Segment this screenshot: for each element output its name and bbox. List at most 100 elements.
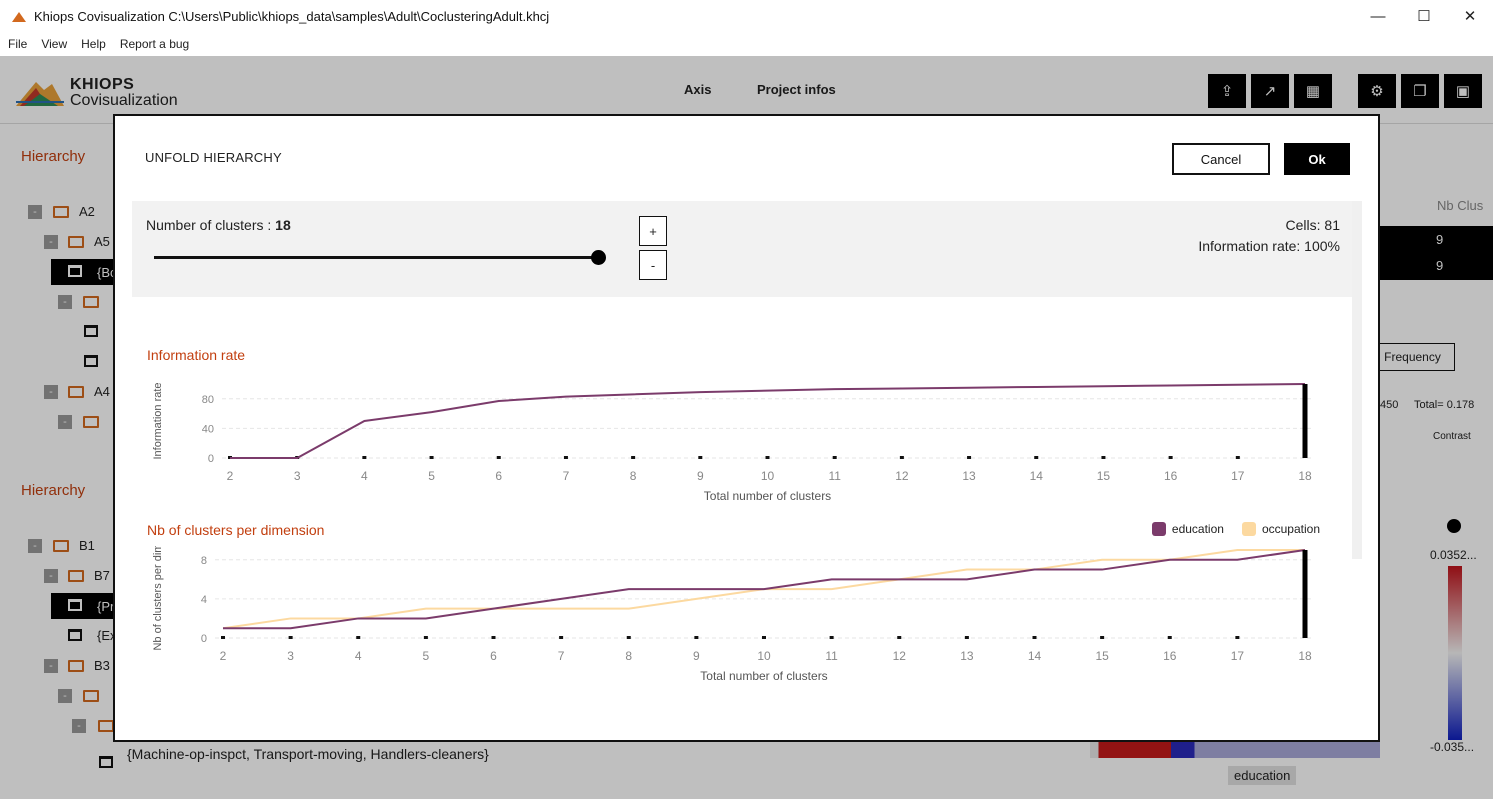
x-tick-mark — [1235, 636, 1240, 639]
cluster-control-panel: Number of clusters : 18 + - Cells: 81 In… — [132, 201, 1352, 297]
x-tick-mark — [221, 636, 225, 639]
x-tick-mark — [694, 636, 699, 639]
y-tick-label: 80 — [202, 394, 214, 406]
legend-item-occupation[interactable]: occupation — [1241, 522, 1320, 536]
clusters-slider-track[interactable] — [154, 256, 599, 259]
x-tick-mark — [491, 636, 496, 639]
x-tick-mark — [897, 636, 902, 639]
x-tick-mark — [559, 636, 564, 639]
legend-label: education — [1171, 522, 1224, 536]
cancel-button[interactable]: Cancel — [1172, 143, 1270, 175]
x-tick-label: 10 — [757, 649, 771, 663]
x-tick-label: 17 — [1231, 469, 1245, 483]
x-tick-label: 8 — [625, 649, 632, 663]
x-tick-label: 3 — [287, 649, 294, 663]
minimize-button[interactable]: — — [1355, 0, 1401, 32]
decrease-clusters-button[interactable]: - — [639, 250, 667, 280]
x-tick-mark — [1034, 456, 1039, 459]
x-tick-mark — [356, 636, 361, 639]
x-tick-label: 4 — [361, 469, 368, 483]
menu-view[interactable]: View — [41, 37, 67, 51]
x-tick-mark — [1235, 456, 1240, 459]
chart-title-information-rate: Information rate — [147, 347, 246, 363]
menu-help[interactable]: Help — [81, 37, 106, 51]
x-tick-label: 6 — [490, 649, 497, 663]
clusters-per-dimension-chart[interactable]: 0 4 8 2 3 4 5 6 7 8 9 10 11 12 13 14 15 16 17 18 Total numbe… — [125, 546, 1345, 691]
x-tick-label: 14 — [1028, 649, 1042, 663]
x-tick-label: 5 — [428, 469, 435, 483]
x-tick-label: 7 — [558, 649, 565, 663]
x-tick-label: 12 — [895, 469, 909, 483]
x-tick-mark — [496, 456, 501, 459]
x-tick-mark — [832, 456, 837, 459]
x-tick-mark — [626, 636, 631, 639]
x-tick-mark — [967, 456, 972, 459]
x-tick-label: 8 — [630, 469, 637, 483]
x-tick-mark — [288, 636, 293, 639]
x-tick-mark — [1100, 636, 1105, 639]
menu-file[interactable]: File — [8, 37, 27, 51]
y-tick-label: 0 — [201, 633, 207, 645]
x-tick-mark — [1101, 456, 1106, 459]
x-tick-mark — [964, 636, 969, 639]
window-titlebar: Khiops Covisualization C:\Users\Public\k… — [0, 0, 1493, 32]
x-tick-label: 18 — [1298, 649, 1312, 663]
x-tick-mark — [631, 456, 636, 459]
close-window-button[interactable]: ✕ — [1447, 0, 1493, 32]
x-tick-label: 2 — [227, 469, 234, 483]
y-tick-label: 40 — [202, 423, 214, 435]
x-tick-label: 2 — [220, 649, 227, 663]
ok-button[interactable]: Ok — [1284, 143, 1350, 175]
x-tick-mark — [423, 636, 428, 639]
x-tick-label: 4 — [355, 649, 362, 663]
series-line-education — [223, 549, 1306, 630]
selected-cluster-marker — [1302, 550, 1308, 638]
x-tick-label: 18 — [1298, 469, 1312, 483]
x-tick-label: 14 — [1030, 469, 1044, 483]
x-tick-label: 15 — [1095, 649, 1109, 663]
x-tick-label: 9 — [697, 469, 704, 483]
x-tick-label: 13 — [960, 649, 974, 663]
x-tick-label: 9 — [693, 649, 700, 663]
x-tick-mark — [362, 456, 367, 459]
x-tick-mark — [563, 456, 568, 459]
cells-count: Cells: 81 — [1285, 217, 1340, 233]
legend-item-education[interactable]: education — [1151, 522, 1224, 536]
dialog-title: UNFOLD HIERARCHY — [145, 150, 282, 165]
menu-bar: File View Help Report a bug — [0, 32, 1493, 56]
y-tick-label: 4 — [201, 594, 207, 606]
x-tick-label: 5 — [423, 649, 430, 663]
chart-legend: education occupation — [1134, 522, 1320, 536]
y-axis-label: Nb of clusters per dime — [152, 546, 164, 651]
x-tick-mark — [429, 456, 434, 459]
number-of-clusters-label: Number of clusters : 18 — [146, 217, 291, 233]
x-tick-label: 16 — [1164, 469, 1178, 483]
clusters-value: 18 — [275, 217, 291, 233]
window-title: Khiops Covisualization C:\Users\Public\k… — [34, 8, 550, 24]
x-tick-label: 13 — [962, 469, 976, 483]
selected-cluster-marker — [1302, 384, 1308, 458]
series-line-information-rate — [230, 383, 1306, 459]
x-tick-label: 7 — [563, 469, 570, 483]
x-tick-label: 11 — [828, 469, 841, 483]
menu-report-bug[interactable]: Report a bug — [120, 37, 189, 51]
y-tick-label: 8 — [201, 555, 207, 567]
clusters-slider-thumb[interactable] — [591, 250, 606, 265]
information-rate-chart[interactable]: 0 40 80 2 3 4 5 6 7 8 9 10 11 12 13 14 15 16 17 18 Total num… — [125, 366, 1345, 506]
legend-label: occupation — [1261, 522, 1320, 536]
x-tick-label: 6 — [495, 469, 502, 483]
unfold-hierarchy-dialog: UNFOLD HIERARCHY Cancel Ok Number of clu… — [113, 114, 1380, 742]
window-controls: — ☐ ✕ — [1355, 0, 1493, 32]
maximize-button[interactable]: ☐ — [1401, 0, 1447, 32]
x-tick-label: 11 — [825, 649, 838, 663]
x-axis-label: Total number of clusters — [704, 489, 831, 503]
x-tick-mark — [698, 456, 703, 459]
dialog-scrollbar[interactable] — [1352, 201, 1362, 559]
x-tick-label: 10 — [761, 469, 775, 483]
clusters-label-text: Number of clusters : — [146, 217, 276, 233]
x-tick-label: 17 — [1231, 649, 1245, 663]
legend-swatch — [1241, 522, 1256, 536]
x-tick-mark — [762, 636, 766, 639]
x-axis-label: Total number of clusters — [700, 669, 827, 683]
increase-clusters-button[interactable]: + — [639, 216, 667, 246]
